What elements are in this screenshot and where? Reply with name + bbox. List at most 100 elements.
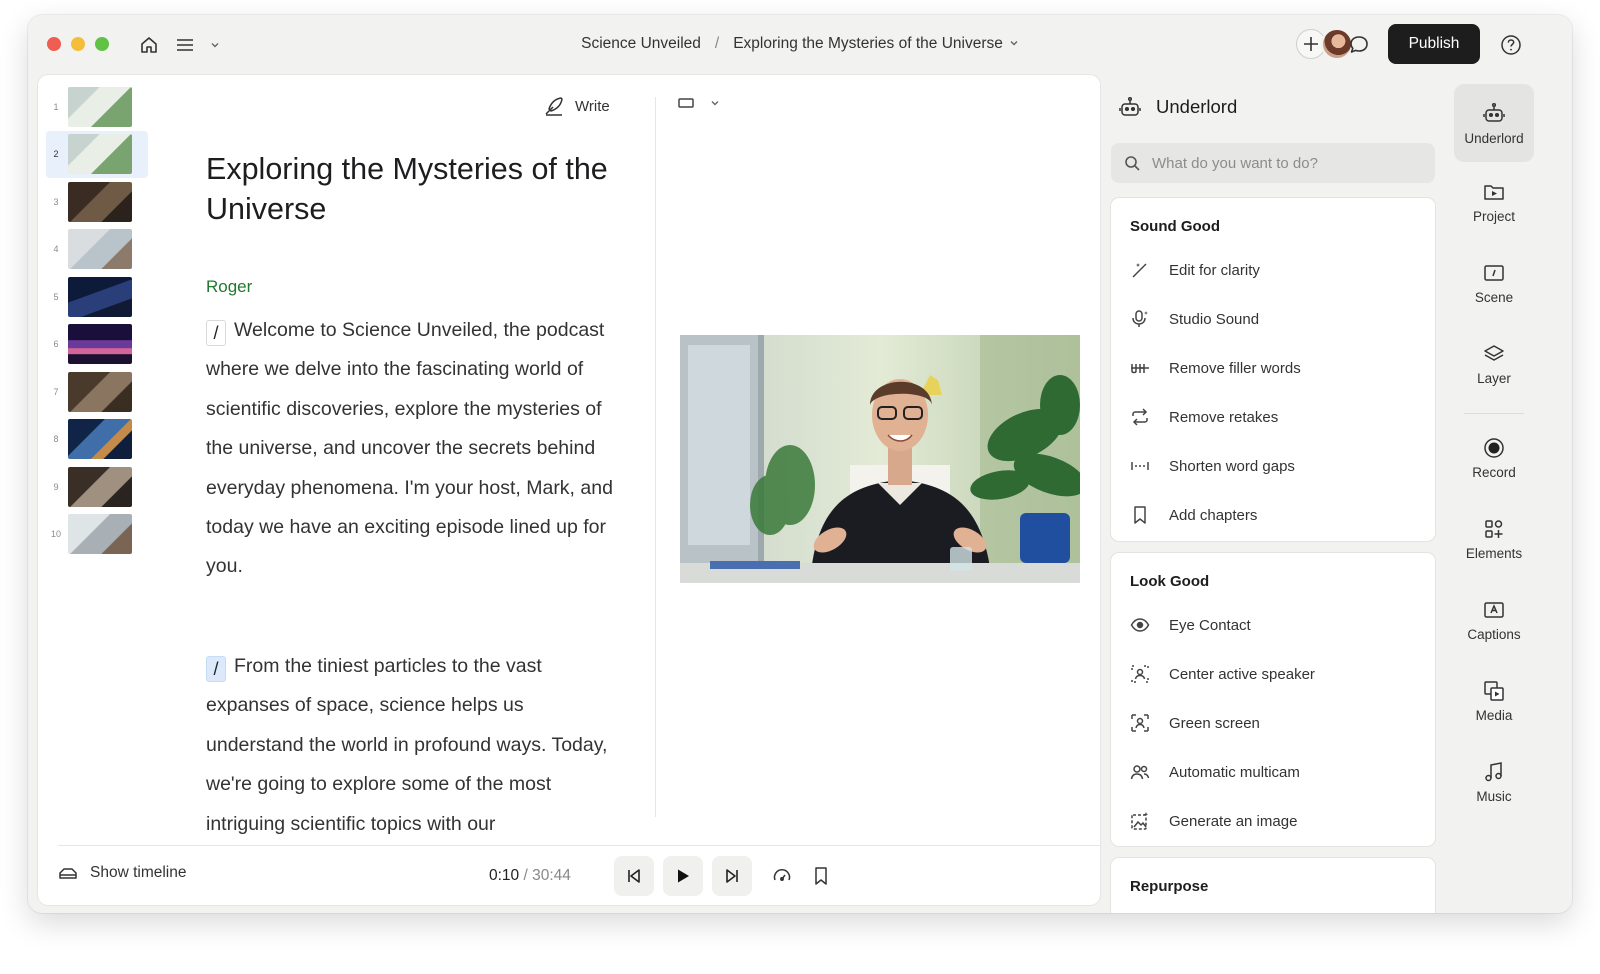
play-button[interactable] bbox=[663, 856, 703, 896]
scene-number: 2 bbox=[53, 149, 59, 160]
scene-thumbnail-image bbox=[68, 134, 132, 175]
underlord-title: Underlord bbox=[1156, 96, 1238, 117]
project-folder-icon bbox=[1484, 184, 1504, 200]
search-input[interactable] bbox=[1152, 154, 1412, 172]
timeline-icon bbox=[59, 868, 77, 879]
item-label: Green screen bbox=[1169, 714, 1260, 732]
green-screen-item[interactable]: Green screen bbox=[1111, 703, 1435, 743]
shorten-word-gaps-item[interactable]: Shorten word gaps bbox=[1111, 446, 1435, 486]
music-note-icon bbox=[1485, 761, 1502, 781]
skip-forward-button[interactable] bbox=[712, 856, 752, 896]
scene-thumbnail-image bbox=[68, 181, 132, 222]
add-chapters-item[interactable]: Add chapters bbox=[1111, 495, 1435, 535]
scene-thumbnail[interactable]: 4 bbox=[38, 226, 148, 274]
scene-thumbnail-image bbox=[68, 324, 132, 365]
aspect-ratio-button[interactable] bbox=[678, 97, 720, 109]
scene-number: 5 bbox=[53, 291, 59, 302]
repeat-icon bbox=[1130, 407, 1150, 427]
speaker-label[interactable]: Roger bbox=[206, 277, 252, 297]
rail-divider bbox=[1464, 413, 1524, 414]
bookmark-icon bbox=[815, 867, 827, 885]
image-sparkle-icon bbox=[1130, 811, 1150, 831]
generate-image-item[interactable]: Generate an image bbox=[1111, 801, 1435, 841]
write-label: Write bbox=[575, 97, 610, 115]
chevron-down-icon[interactable] bbox=[1009, 38, 1019, 51]
edit-for-clarity-item[interactable]: Edit for clarity bbox=[1111, 250, 1435, 290]
rail-layer[interactable]: Layer bbox=[1454, 325, 1534, 403]
item-label: Generate an image bbox=[1169, 812, 1298, 830]
layers-icon bbox=[1484, 344, 1504, 361]
breadcrumb-project[interactable]: Science Unveiled bbox=[581, 35, 701, 52]
automatic-multicam-item[interactable]: Automatic multicam bbox=[1111, 752, 1435, 792]
rail-label: Project bbox=[1472, 208, 1516, 224]
close-window-button[interactable] bbox=[47, 37, 61, 51]
scene-thumbnail[interactable]: 8 bbox=[38, 416, 148, 464]
help-icon[interactable] bbox=[1498, 32, 1524, 58]
scene-break-marker[interactable]: / bbox=[206, 320, 226, 346]
studio-sound-item[interactable]: Studio Sound bbox=[1111, 299, 1435, 339]
scene-thumbnail[interactable]: 5 bbox=[38, 273, 148, 321]
item-label: Studio Sound bbox=[1169, 310, 1260, 328]
publish-button[interactable]: Publish bbox=[1388, 24, 1480, 64]
rail-label: Underlord bbox=[1464, 130, 1524, 146]
rail-media[interactable]: Media bbox=[1454, 662, 1534, 740]
rail-label: Record bbox=[1472, 464, 1516, 480]
breadcrumb-document[interactable]: Exploring the Mysteries of the Universe bbox=[733, 35, 1003, 52]
rail-captions[interactable]: Captions bbox=[1454, 581, 1534, 659]
item-label: Shorten word gaps bbox=[1169, 457, 1295, 475]
document-title[interactable]: Exploring the Mysteries of the Universe bbox=[206, 149, 636, 229]
rail-record[interactable]: Record bbox=[1454, 419, 1534, 497]
scene-number: 4 bbox=[53, 244, 59, 255]
scene-thumbnail[interactable]: 2 bbox=[46, 130, 148, 178]
scene-thumbnail[interactable]: 3 bbox=[38, 178, 148, 226]
scene-number: 10 bbox=[50, 529, 61, 540]
item-label: Remove retakes bbox=[1169, 408, 1279, 426]
playback-speed-button[interactable] bbox=[766, 856, 798, 896]
paragraph-text: From the tiniest particles to the vast e… bbox=[206, 655, 608, 835]
bookmark-button[interactable] bbox=[805, 856, 837, 896]
scene-thumbnail[interactable]: 7 bbox=[38, 368, 148, 416]
underlord-search[interactable] bbox=[1111, 143, 1435, 183]
center-active-speaker-item[interactable]: Center active speaker bbox=[1111, 654, 1435, 694]
green-screen-icon bbox=[1130, 713, 1150, 733]
scene-number: 6 bbox=[53, 339, 59, 350]
skip-back-button[interactable] bbox=[614, 856, 654, 896]
rail-project[interactable]: Project bbox=[1454, 163, 1534, 241]
rail-scene[interactable]: Scene bbox=[1454, 244, 1534, 322]
scene-thumbnail-image bbox=[68, 419, 132, 460]
scene-thumbnail[interactable]: 6 bbox=[38, 321, 148, 369]
rail-elements[interactable]: Elements bbox=[1454, 500, 1534, 578]
rail-music[interactable]: Music bbox=[1454, 743, 1534, 821]
play-icon bbox=[678, 869, 689, 883]
item-label: Eye Contact bbox=[1169, 616, 1251, 634]
record-icon bbox=[1484, 437, 1504, 458]
video-preview[interactable] bbox=[680, 335, 1080, 583]
script-paragraph[interactable]: / From the tiniest particles to the vast … bbox=[206, 647, 616, 844]
eye-contact-item[interactable]: Eye Contact bbox=[1111, 605, 1435, 645]
elements-icon bbox=[1485, 519, 1503, 538]
script-paragraph[interactable]: / Welcome to Science Unveiled, the podcas… bbox=[206, 311, 616, 587]
scene-thumbnail-image bbox=[68, 86, 132, 127]
write-button[interactable]: Write bbox=[543, 95, 610, 117]
maximize-window-button[interactable] bbox=[95, 37, 109, 51]
time-separator: / bbox=[519, 867, 533, 884]
scene-thumbnail[interactable]: 9 bbox=[38, 463, 148, 511]
comment-icon[interactable] bbox=[1346, 32, 1372, 58]
magic-wand-icon bbox=[1130, 260, 1150, 280]
rail-underlord[interactable]: Underlord bbox=[1454, 84, 1534, 162]
chevron-down-icon bbox=[211, 43, 219, 48]
home-icon[interactable] bbox=[136, 32, 162, 58]
scene-break-marker[interactable]: / bbox=[206, 656, 226, 682]
underlord-header: Underlord bbox=[1118, 95, 1237, 119]
remove-retakes-item[interactable]: Remove retakes bbox=[1111, 397, 1435, 437]
remove-filler-words-item[interactable]: Remove filler words bbox=[1111, 348, 1435, 388]
scene-thumbnail-image bbox=[68, 514, 132, 555]
paragraph-text: Welcome to Science Unveiled, the podcast… bbox=[206, 319, 613, 578]
scene-thumbnail[interactable]: 10 bbox=[38, 511, 148, 559]
show-timeline-button[interactable]: Show timeline bbox=[58, 864, 187, 882]
scene-icon bbox=[1484, 264, 1504, 281]
scene-thumbnail[interactable]: 1 bbox=[38, 83, 148, 131]
scene-number: 7 bbox=[53, 386, 59, 397]
menu-button[interactable] bbox=[176, 32, 220, 58]
minimize-window-button[interactable] bbox=[71, 37, 85, 51]
